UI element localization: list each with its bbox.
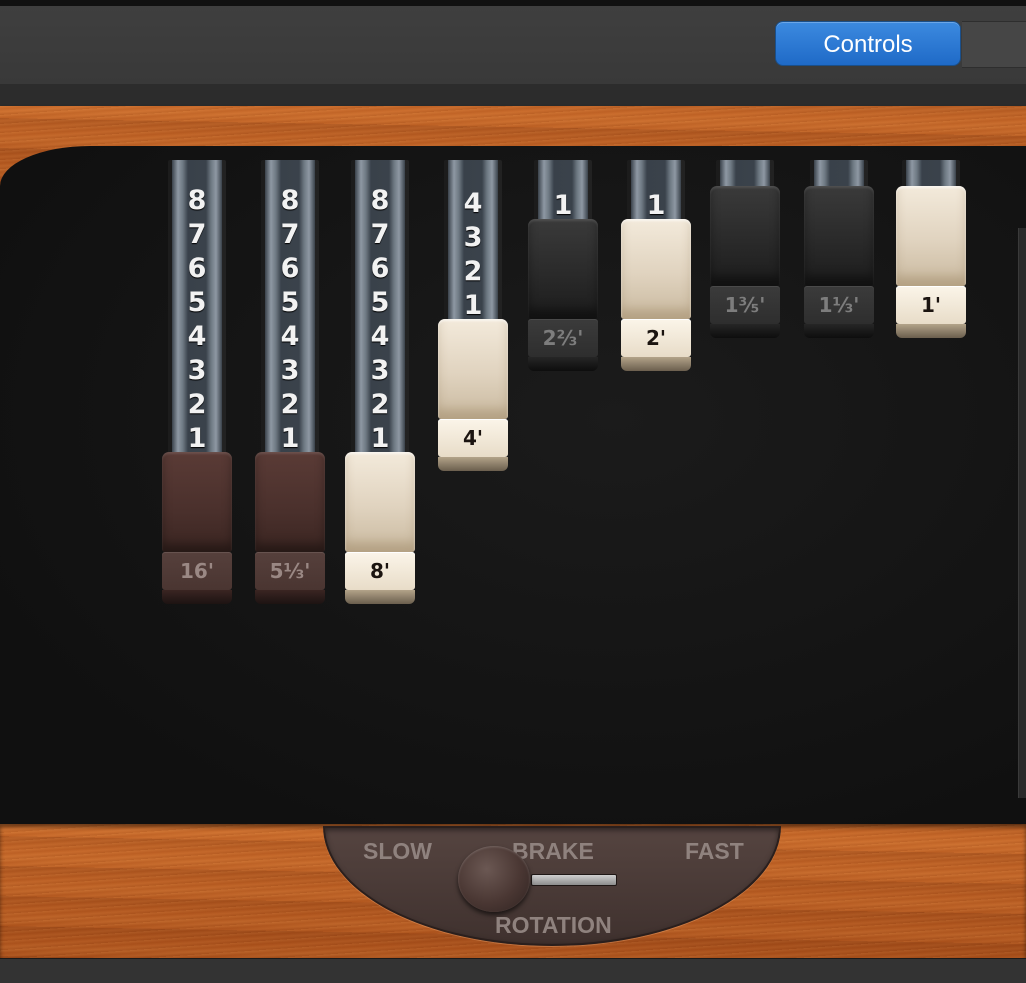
- drawbar-scale-number: 3: [187, 355, 207, 386]
- drawbar-scale-number: 3: [370, 355, 390, 386]
- drawbar-cap-handle[interactable]: [345, 452, 415, 552]
- drawbar-7[interactable]: 1⅗': [710, 160, 780, 338]
- drawbar-cap[interactable]: 1⅓': [804, 186, 874, 338]
- drawbar-cap[interactable]: 2⅔': [528, 219, 598, 371]
- drawbar-cap-base: [804, 324, 874, 338]
- drawbar-cap-handle[interactable]: [438, 319, 508, 419]
- drawbar-scale-number: 2: [463, 256, 483, 287]
- bottom-strip: [0, 958, 1026, 983]
- drawbar-scale-number: 6: [370, 253, 390, 284]
- drawbar-6[interactable]: 1 2': [621, 160, 691, 371]
- drawbar-8[interactable]: 1⅓': [804, 160, 874, 338]
- drawbar-cap-base: [621, 357, 691, 371]
- drawbar-footage-label: 1⅓': [804, 286, 874, 324]
- drawbar-footage-label: 5⅓': [255, 552, 325, 590]
- drawbar-9[interactable]: 1': [896, 160, 966, 338]
- drawbar-scale-number: 1: [187, 423, 207, 454]
- drawbar-cap[interactable]: 2': [621, 219, 691, 371]
- drawbar-cap[interactable]: 5⅓': [255, 452, 325, 604]
- drawbar-cap-base: [162, 590, 232, 604]
- drawbar-scale-number: 4: [187, 321, 207, 352]
- drawbar-scale-number: 6: [280, 253, 300, 284]
- toolbar-segment[interactable]: [962, 21, 1026, 68]
- drawbar-cap-base: [710, 324, 780, 338]
- drawbar-scale-number: 2: [280, 389, 300, 420]
- drawbar-footage-label: 2': [621, 319, 691, 357]
- drawbar-footage-label: 8': [345, 552, 415, 590]
- drawbar-cap-handle[interactable]: [804, 186, 874, 286]
- drawbar-scale-number: 1: [280, 423, 300, 454]
- drawbar-scale-number: 6: [187, 253, 207, 284]
- drawbar-scale: 87654321: [345, 184, 415, 456]
- drawbar-cap-handle[interactable]: [162, 452, 232, 552]
- rotation-slow-label[interactable]: SLOW: [363, 838, 432, 865]
- drawbar-scale-number: 2: [187, 389, 207, 420]
- drawbar-cap-handle[interactable]: [896, 186, 966, 286]
- drawbar-1[interactable]: 8 7 6 5 4 3 2 1 16': [162, 160, 232, 604]
- drawbar-cap[interactable]: 8': [345, 452, 415, 604]
- drawbar-scale-number: 8: [370, 185, 390, 216]
- drawbar-cap[interactable]: 16': [162, 452, 232, 604]
- drawbar-cap-base: [896, 324, 966, 338]
- controls-button[interactable]: Controls: [775, 21, 961, 66]
- drawbar-scale-number: 3: [463, 222, 483, 253]
- rotation-knob[interactable]: [458, 846, 530, 912]
- drawbar-4[interactable]: 4 3 2 1 4': [438, 160, 508, 471]
- drawbar-footage-label: 16': [162, 552, 232, 590]
- drawbar-scale-number: 1: [370, 423, 390, 454]
- drawbar-scale: 1: [528, 189, 598, 223]
- panel-edge: [1018, 228, 1026, 798]
- drawbar-cap-base: [438, 457, 508, 471]
- drawbar-5[interactable]: 1 2⅔': [528, 160, 598, 371]
- drawbar-footage-label: 1⅗': [710, 286, 780, 324]
- drawbar-scale: 1: [621, 189, 691, 223]
- drawbar-cap-base: [255, 590, 325, 604]
- drawbar-scale-number: 5: [280, 287, 300, 318]
- drawbar-footage-label: 1': [896, 286, 966, 324]
- drawbar-cap[interactable]: 1⅗': [710, 186, 780, 338]
- toolbar-gap: [0, 84, 1026, 106]
- drawbar-footage-label: 2⅔': [528, 319, 598, 357]
- drawbar-scale-number: 7: [187, 219, 207, 250]
- drawbar-scale-number: 4: [370, 321, 390, 352]
- drawbar-scale-number: 7: [370, 219, 390, 250]
- drawbar-scale-number: 5: [187, 287, 207, 318]
- drawbar-2[interactable]: 8 7 6 5 4 3 2 1 5⅓': [255, 160, 325, 604]
- drawbar-scale: 4321: [438, 187, 508, 323]
- rotation-lever-track: [531, 874, 617, 886]
- drawbar-3[interactable]: 8 7 6 5 4 3 2 1 8': [345, 160, 415, 604]
- drawbar-scale-number: 7: [280, 219, 300, 250]
- drawbar-scale-number: 1: [463, 290, 483, 321]
- drawbar-scale-number: 8: [187, 185, 207, 216]
- drawbar-cap-handle[interactable]: [528, 219, 598, 319]
- rotation-fast-label[interactable]: FAST: [685, 838, 744, 865]
- drawbar-scale-number: 1: [646, 190, 666, 221]
- drawbar-cap-handle[interactable]: [255, 452, 325, 552]
- drawbar-cap[interactable]: 1': [896, 186, 966, 338]
- drawbar-cap[interactable]: 4': [438, 319, 508, 471]
- drawbar-scale-number: 2: [370, 389, 390, 420]
- drawbar-scale-number: 1: [553, 190, 573, 221]
- drawbar-scale-number: 8: [280, 185, 300, 216]
- rotation-title: ROTATION: [495, 912, 612, 938]
- drawbar-cap-handle[interactable]: [621, 219, 691, 319]
- drawbar-scale-number: 5: [370, 287, 390, 318]
- drawbar-scale-number: 4: [463, 188, 483, 219]
- drawbar-scale-number: 3: [280, 355, 300, 386]
- drawbar-cap-handle[interactable]: [710, 186, 780, 286]
- drawbar-scale: 87654321: [162, 184, 232, 456]
- drawbar-scale-number: 4: [280, 321, 300, 352]
- drawbar-footage-label: 4': [438, 419, 508, 457]
- drawbar-cap-base: [528, 357, 598, 371]
- drawbar-cap-base: [345, 590, 415, 604]
- drawbar-scale: 87654321: [255, 184, 325, 456]
